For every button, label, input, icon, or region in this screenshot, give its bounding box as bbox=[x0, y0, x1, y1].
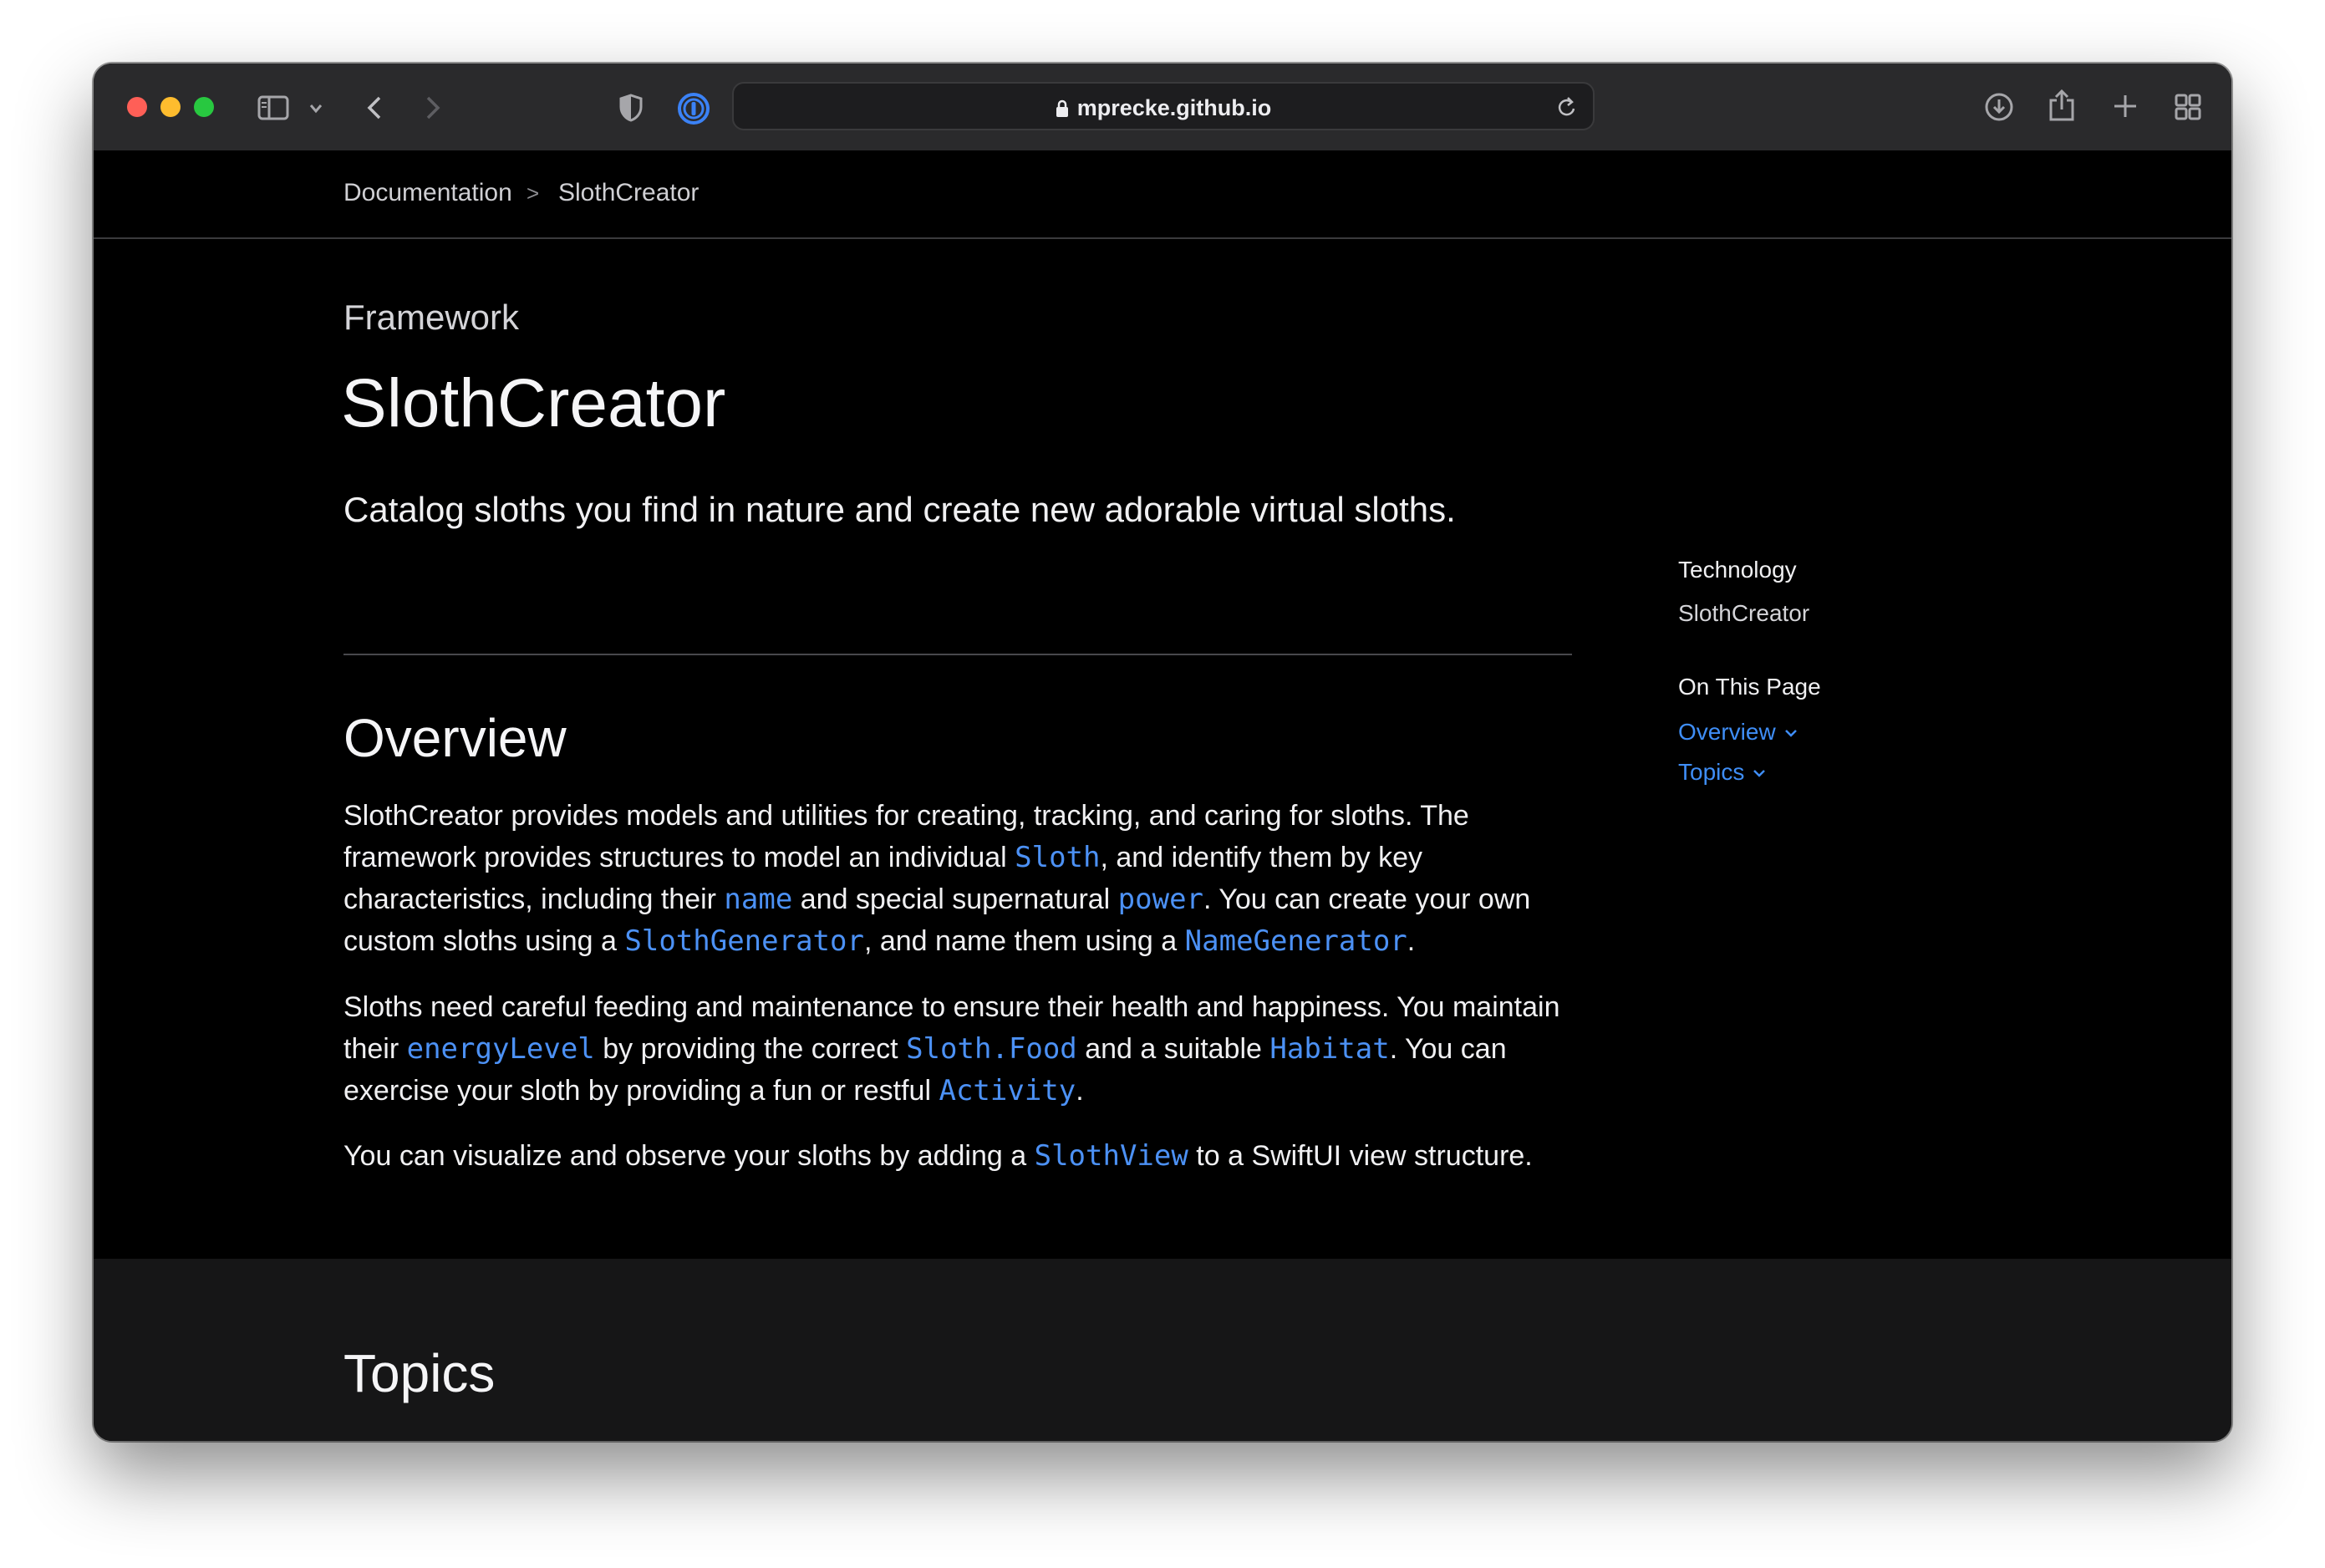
text-run: to a SwiftUI view structure. bbox=[1188, 1140, 1533, 1172]
text-run: and special supernatural bbox=[792, 883, 1118, 915]
overview-heading: Overview bbox=[343, 708, 567, 768]
link-sloth[interactable]: Sloth bbox=[1015, 841, 1100, 874]
overview-paragraph-2: Sloths need careful feeding and maintena… bbox=[343, 986, 1589, 1112]
page-abstract: Catalog sloths you find in nature and cr… bbox=[343, 490, 1456, 529]
link-power[interactable]: power bbox=[1118, 883, 1203, 916]
link-sloth-food[interactable]: Sloth.Food bbox=[906, 1032, 1077, 1066]
address-bar-text: mprecke.github.io bbox=[734, 95, 1593, 124]
minimize-window-button[interactable] bbox=[160, 97, 181, 117]
technology-label: Technology bbox=[1678, 557, 1797, 583]
sidebar-icon[interactable] bbox=[257, 95, 289, 120]
on-this-page-label: On This Page bbox=[1678, 674, 1821, 700]
chevron-down-icon bbox=[1784, 717, 1798, 744]
reload-icon[interactable] bbox=[1556, 95, 1578, 123]
new-tab-icon[interactable] bbox=[2113, 94, 2138, 119]
text-run: by providing the correct bbox=[594, 1033, 907, 1065]
text-run: You can visualize and observe your sloth… bbox=[343, 1140, 1035, 1172]
page-title: SlothCreator bbox=[341, 365, 726, 441]
zoom-window-button[interactable] bbox=[194, 97, 214, 117]
text-run: , and name them using a bbox=[863, 925, 1185, 957]
shield-icon[interactable] bbox=[618, 94, 644, 122]
chevron-down-icon bbox=[1753, 757, 1766, 784]
close-window-button[interactable] bbox=[127, 97, 147, 117]
password-manager-icon[interactable] bbox=[677, 92, 710, 125]
breadcrumb-separator: > bbox=[527, 181, 540, 206]
overview-paragraph-1: SlothCreator provides models and utiliti… bbox=[343, 795, 1589, 962]
download-icon[interactable] bbox=[1984, 92, 2014, 122]
address-bar[interactable]: mprecke.github.io bbox=[732, 82, 1595, 130]
tab-overview-icon[interactable] bbox=[2175, 94, 2201, 120]
link-sloth-view[interactable]: SlothView bbox=[1035, 1139, 1188, 1173]
topics-section: Topics bbox=[94, 1259, 2231, 1441]
link-energy-level[interactable]: energyLevel bbox=[407, 1032, 595, 1066]
on-this-page-link-overview[interactable]: Overview bbox=[1678, 717, 1798, 746]
on-this-page-link-label: Topics bbox=[1678, 759, 1745, 785]
page-eyebrow: Framework bbox=[343, 298, 520, 337]
breadcrumb-item-documentation[interactable]: Documentation bbox=[343, 179, 512, 207]
breadcrumb-item-slothcreator: SlothCreator bbox=[558, 179, 700, 206]
text-run: . bbox=[1407, 925, 1416, 957]
link-activity[interactable]: Activity bbox=[939, 1074, 1076, 1107]
overview-paragraph-3: You can visualize and observe your sloth… bbox=[343, 1135, 1589, 1177]
lock-icon bbox=[1056, 98, 1069, 124]
browser-toolbar: mprecke.github.io bbox=[94, 64, 2231, 152]
technology-value: SlothCreator bbox=[1678, 600, 1810, 626]
main-content: Framework SlothCreator Catalog sloths yo… bbox=[94, 239, 2231, 1259]
on-this-page-link-topics[interactable]: Topics bbox=[1678, 757, 1766, 786]
on-this-page-link-label: Overview bbox=[1678, 719, 1776, 745]
back-icon[interactable] bbox=[366, 95, 383, 120]
text-run: . bbox=[1076, 1075, 1084, 1107]
divider bbox=[343, 654, 1572, 655]
link-sloth-generator[interactable]: SlothGenerator bbox=[624, 924, 864, 958]
share-icon[interactable] bbox=[2048, 89, 2076, 122]
topics-heading: Topics bbox=[343, 1343, 496, 1403]
breadcrumb: Documentation > SlothCreator bbox=[94, 150, 2231, 239]
chevron-down-icon[interactable] bbox=[309, 104, 323, 114]
forward-icon[interactable] bbox=[425, 95, 441, 120]
link-name-generator[interactable]: NameGenerator bbox=[1185, 924, 1407, 958]
text-run: and a suitable bbox=[1076, 1033, 1270, 1065]
url-text: mprecke.github.io bbox=[1076, 95, 1272, 120]
link-habitat[interactable]: Habitat bbox=[1269, 1032, 1389, 1066]
browser-window: mprecke.github.io Documentation > SlothC… bbox=[94, 64, 2231, 1441]
link-name[interactable]: name bbox=[724, 883, 792, 916]
